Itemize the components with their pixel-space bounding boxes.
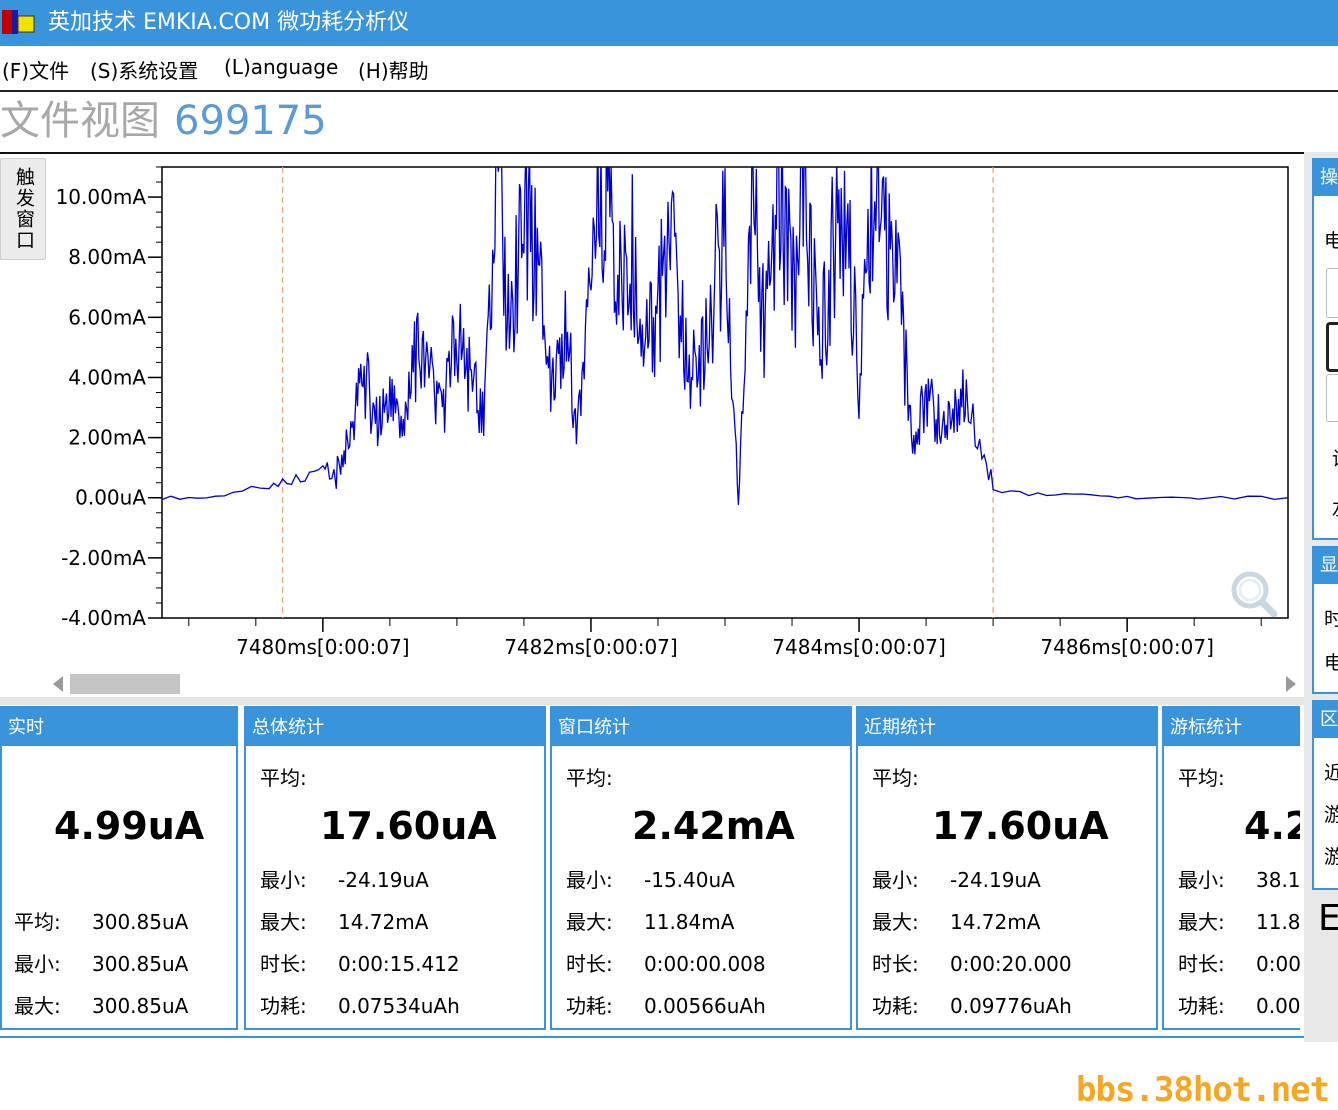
y-tick-label: 6.00mA: [68, 305, 146, 329]
menu-language[interactable]: (L)anguage: [224, 55, 338, 79]
cursor-stats-panel: 游标统计 平均: 4.2 最小:38.1 最大:11.8 时长:0:00 功耗:…: [1162, 706, 1300, 1030]
y-tick-label: 4.00mA: [68, 365, 146, 389]
menu-bar: (F)文件 (S)系统设置 (L)anguage (H)帮助: [0, 46, 1338, 92]
operation-label: 电: [1324, 226, 1338, 253]
avg-label: 平均:: [1178, 766, 1225, 790]
avg-label: 平均:: [260, 766, 307, 790]
stat-row: 功耗: 0.07534uAh: [260, 994, 460, 1018]
panel-title: 操: [1314, 160, 1338, 196]
operation-button[interactable]: [1326, 374, 1338, 422]
operation-label: 设: [1332, 444, 1338, 471]
window-title: 英加技术 EMKIA.COM 微功耗分析仪: [48, 10, 410, 35]
splitter[interactable]: [0, 697, 1304, 705]
operation-button[interactable]: [1326, 268, 1338, 318]
overall-average-value: 17.60uA: [320, 804, 497, 848]
y-tick-label: -4.00mA: [61, 606, 146, 630]
panel-title: 游标统计: [1164, 708, 1300, 746]
scroll-thumb[interactable]: [70, 674, 180, 694]
overall-stats-panel: 总体统计 平均: 17.60uA 最小: -24.19uA 最大: 14.72mA …: [244, 706, 546, 1030]
window-stats-panel: 窗口统计 平均: 2.42mA 最小: -15.40uA 最大: 11.84mA 时…: [550, 706, 852, 1030]
stat-row: 时长: 0:00:00.008: [566, 952, 766, 976]
chart-horizontal-scrollbar[interactable]: [50, 672, 1300, 696]
realtime-panel: 实时 4.99uA 平均: 300.85uA 最小: 300.85uA 最大: 300…: [0, 706, 238, 1030]
region-label: 游: [1324, 800, 1338, 827]
status-divider: [0, 1036, 1338, 1038]
app-logo-icon: [2, 10, 35, 34]
stat-row: 最小: 38.1: [1178, 868, 1300, 892]
view-label: 文件视图: [0, 98, 160, 144]
stat-row: 平均: 300.85uA: [14, 910, 189, 934]
region-label: 近: [1324, 758, 1338, 785]
menu-system-settings[interactable]: (S)系统设置: [90, 55, 198, 84]
stat-row: 最小: -24.19uA: [260, 868, 429, 892]
y-tick-label: -2.00mA: [61, 546, 146, 570]
menu-help[interactable]: (H)帮助: [358, 55, 429, 84]
panel-title: 实时: [2, 708, 236, 746]
stat-row: 功耗: 0.09776uAh: [872, 994, 1072, 1018]
region-panel: 区 近 游 游: [1312, 700, 1338, 890]
scroll-right-arrow-icon[interactable]: [1286, 676, 1296, 692]
watermark-text: bbs.38hot.net: [1076, 1070, 1330, 1110]
current-waveform-chart[interactable]: 10.00mA 8.00mA 6.00mA 4.00mA 2.00mA 0.00uA -2.…: [0, 160, 1300, 670]
recent-average-value: 17.60uA: [932, 804, 1109, 848]
panel-title: 显: [1314, 548, 1338, 584]
realtime-value: 4.99uA: [54, 804, 205, 848]
menu-file[interactable]: (F)文件: [2, 55, 69, 84]
display-label: 时: [1324, 604, 1338, 631]
operation-button[interactable]: [1326, 322, 1338, 372]
y-axis: 10.00mA 8.00mA 6.00mA 4.00mA 2.00mA 0.00uA -2.…: [56, 166, 162, 630]
x-axis: 7480ms[0:00:07] 7482ms[0:00:07] 7484ms[0:0…: [188, 618, 1262, 659]
stat-row: 最大: 300.85uA: [14, 994, 189, 1018]
stat-row: 最大: 11.8: [1178, 910, 1300, 934]
window-average-value: 2.42mA: [632, 804, 795, 848]
title-bar: 英加技术 EMKIA.COM 微功耗分析仪: [0, 0, 1338, 46]
x-tick-label: 7480ms[0:00:07]: [236, 635, 410, 659]
stat-row: 最大: 14.72mA: [872, 910, 1041, 934]
recent-stats-panel: 近期统计 平均: 17.60uA 最小: -24.19uA 最大: 14.72mA …: [856, 706, 1158, 1030]
stat-row: 时长: 0:00:20.000: [872, 952, 1072, 976]
avg-label: 平均:: [872, 766, 919, 790]
x-tick-label: 7484ms[0:00:07]: [772, 635, 946, 659]
stat-row: 最小: -15.40uA: [566, 868, 735, 892]
operation-panel: 操 电 设 左: [1312, 158, 1338, 540]
y-tick-label: 0.00uA: [75, 486, 146, 510]
x-tick-label: 7482ms[0:00:07]: [504, 635, 678, 659]
panel-title: 近期统计: [858, 708, 1156, 746]
display-panel: 显 时 电: [1312, 546, 1338, 694]
stat-row: 最小: 300.85uA: [14, 952, 189, 976]
stat-row: 功耗: 0.00: [1178, 994, 1300, 1018]
y-tick-label: 8.00mA: [68, 245, 146, 269]
stat-row: 功耗: 0.00566uAh: [566, 994, 766, 1018]
y-tick-label: 10.00mA: [56, 185, 147, 209]
x-tick-label: 7486ms[0:00:07]: [1040, 635, 1214, 659]
region-label: 游: [1324, 842, 1338, 869]
operation-label: 左: [1332, 494, 1338, 521]
view-number: 699175: [174, 98, 327, 144]
side-letter: E: [1318, 898, 1338, 939]
avg-label: 平均:: [566, 766, 613, 790]
stat-row: 最大: 14.72mA: [260, 910, 429, 934]
scroll-left-arrow-icon[interactable]: [53, 676, 63, 692]
stat-row: 最大: 11.84mA: [566, 910, 735, 934]
y-tick-label: 2.00mA: [68, 426, 146, 450]
stat-row: 时长: 0:00: [1178, 952, 1300, 976]
view-heading: 文件视图 699175: [0, 94, 327, 148]
panel-title: 区: [1314, 702, 1338, 738]
display-label: 电: [1324, 648, 1338, 675]
cursor-average-value: 4.2: [1244, 804, 1300, 848]
stat-row: 时长: 0:00:15.412: [260, 952, 460, 976]
panel-title: 窗口统计: [552, 708, 850, 746]
plot-area: [161, 166, 1289, 619]
stat-row: 最小: -24.19uA: [872, 868, 1041, 892]
divider: [0, 152, 1304, 154]
panel-title: 总体统计: [246, 708, 544, 746]
